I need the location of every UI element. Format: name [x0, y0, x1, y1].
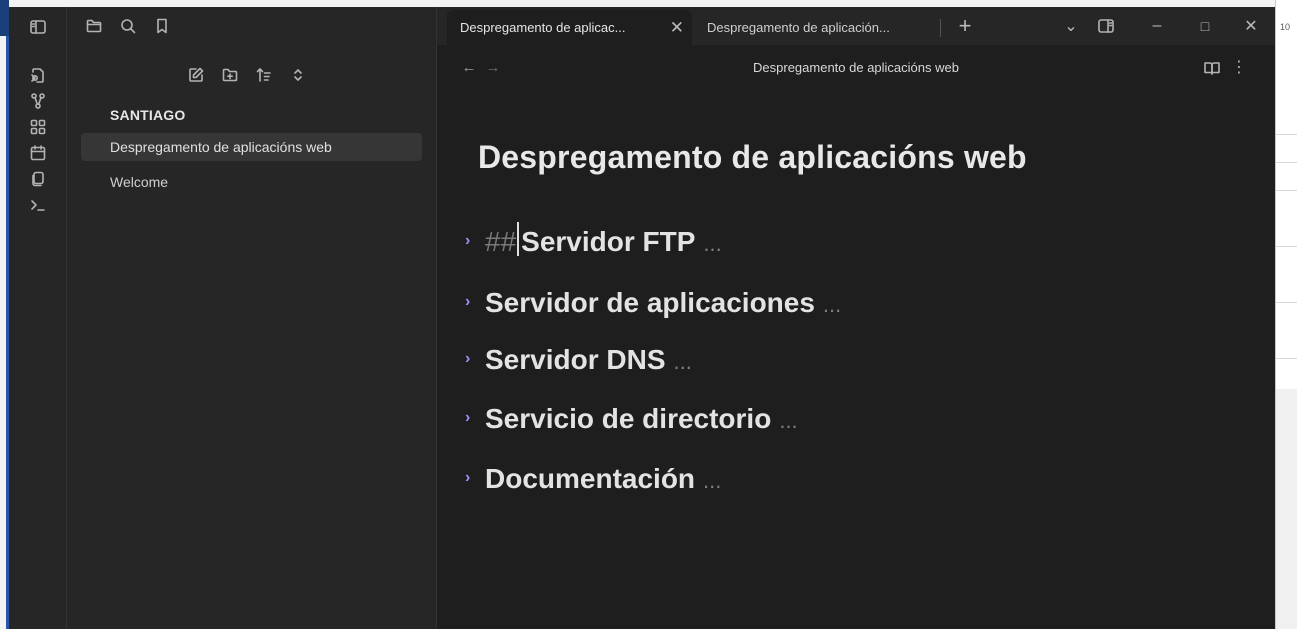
canvas-icon[interactable] — [27, 116, 49, 138]
minimize-button[interactable]: – — [1137, 7, 1177, 45]
tab-despregamento-inactive[interactable]: Despregamento de aplicación... — [694, 10, 934, 45]
heading-servicio-directorio[interactable]: › Servicio de directorio... — [465, 403, 798, 435]
chevron-down-icon: ⌄ — [1064, 18, 1078, 35]
view-title[interactable]: Despregamento de aplicacións web — [437, 60, 1275, 75]
right-sidebar-toggle-icon[interactable] — [1095, 15, 1117, 37]
graph-view-icon[interactable] — [27, 90, 49, 112]
view-header: ← → Despregamento de aplicacións web ⋮ — [437, 45, 1275, 93]
folded-ellipsis[interactable]: ... — [779, 408, 797, 433]
folded-ellipsis[interactable]: ... — [703, 231, 721, 256]
tab-label: Despregamento de aplicación... — [707, 20, 890, 35]
file-item-despregamento[interactable]: Despregamento de aplicacións web — [81, 133, 422, 161]
maximize-button[interactable]: □ — [1185, 7, 1225, 45]
more-options-icon[interactable]: ⋮ — [1229, 57, 1249, 77]
obsidian-window: SANTIAGO Despregamento de aplicacións we… — [9, 7, 1275, 629]
fold-chevron-icon[interactable]: › — [465, 409, 479, 427]
sidebar-toggle-icon[interactable] — [27, 16, 49, 38]
command-palette-icon[interactable] — [27, 194, 49, 216]
fold-chevron-icon[interactable]: › — [465, 350, 479, 368]
new-folder-icon[interactable] — [219, 64, 241, 86]
templates-icon[interactable] — [27, 168, 49, 190]
ribbon — [9, 7, 67, 629]
folded-ellipsis[interactable]: ... — [823, 292, 841, 317]
tab-list-dropdown[interactable]: ⌄ — [1059, 7, 1083, 45]
tab-divider — [940, 19, 941, 37]
reading-view-icon[interactable] — [1201, 57, 1223, 79]
heading-servidor-aplicaciones[interactable]: › Servidor de aplicaciones... — [465, 287, 841, 319]
tab-despregamento-active[interactable]: Despregamento de aplicac... ✕ — [447, 10, 692, 45]
folder-icon[interactable] — [83, 15, 105, 37]
close-tab-icon[interactable]: ✕ — [670, 10, 684, 45]
document-title[interactable]: Despregamento de aplicacións web — [478, 139, 1027, 176]
fold-chevron-icon[interactable]: › — [465, 232, 479, 250]
daily-note-icon[interactable] — [27, 142, 49, 164]
file-item-welcome[interactable]: Welcome — [81, 168, 422, 196]
text-cursor — [517, 222, 520, 256]
background-window-right: 10 — [1275, 0, 1297, 629]
open-quick-switcher-icon[interactable] — [27, 64, 49, 86]
folded-ellipsis[interactable]: ... — [703, 468, 721, 493]
sort-icon[interactable] — [253, 64, 275, 86]
collapse-icon[interactable] — [287, 64, 309, 86]
background-window-label: 10 — [1280, 22, 1291, 32]
search-icon[interactable] — [117, 15, 139, 37]
folded-ellipsis[interactable]: ... — [674, 349, 692, 374]
fold-chevron-icon[interactable]: › — [465, 293, 479, 311]
new-tab-button[interactable]: + — [953, 7, 977, 45]
background-window-strip — [0, 0, 9, 629]
new-note-icon[interactable] — [185, 64, 207, 86]
heading-servidor-dns[interactable]: › Servidor DNS... — [465, 344, 692, 376]
file-explorer-sidebar: SANTIAGO Despregamento de aplicacións we… — [67, 7, 437, 629]
tab-label: Despregamento de aplicac... — [460, 20, 626, 35]
close-window-button[interactable]: ✕ — [1231, 7, 1271, 45]
bookmark-icon[interactable] — [151, 15, 173, 37]
heading-documentacion[interactable]: › Documentación... — [465, 463, 721, 495]
vault-name[interactable]: SANTIAGO — [110, 107, 186, 123]
fold-chevron-icon[interactable]: › — [465, 469, 479, 487]
tab-bar: Despregamento de aplicac... ✕ Despregame… — [437, 7, 1275, 45]
heading-servidor-ftp[interactable]: › ## Servidor FTP... — [465, 222, 722, 258]
